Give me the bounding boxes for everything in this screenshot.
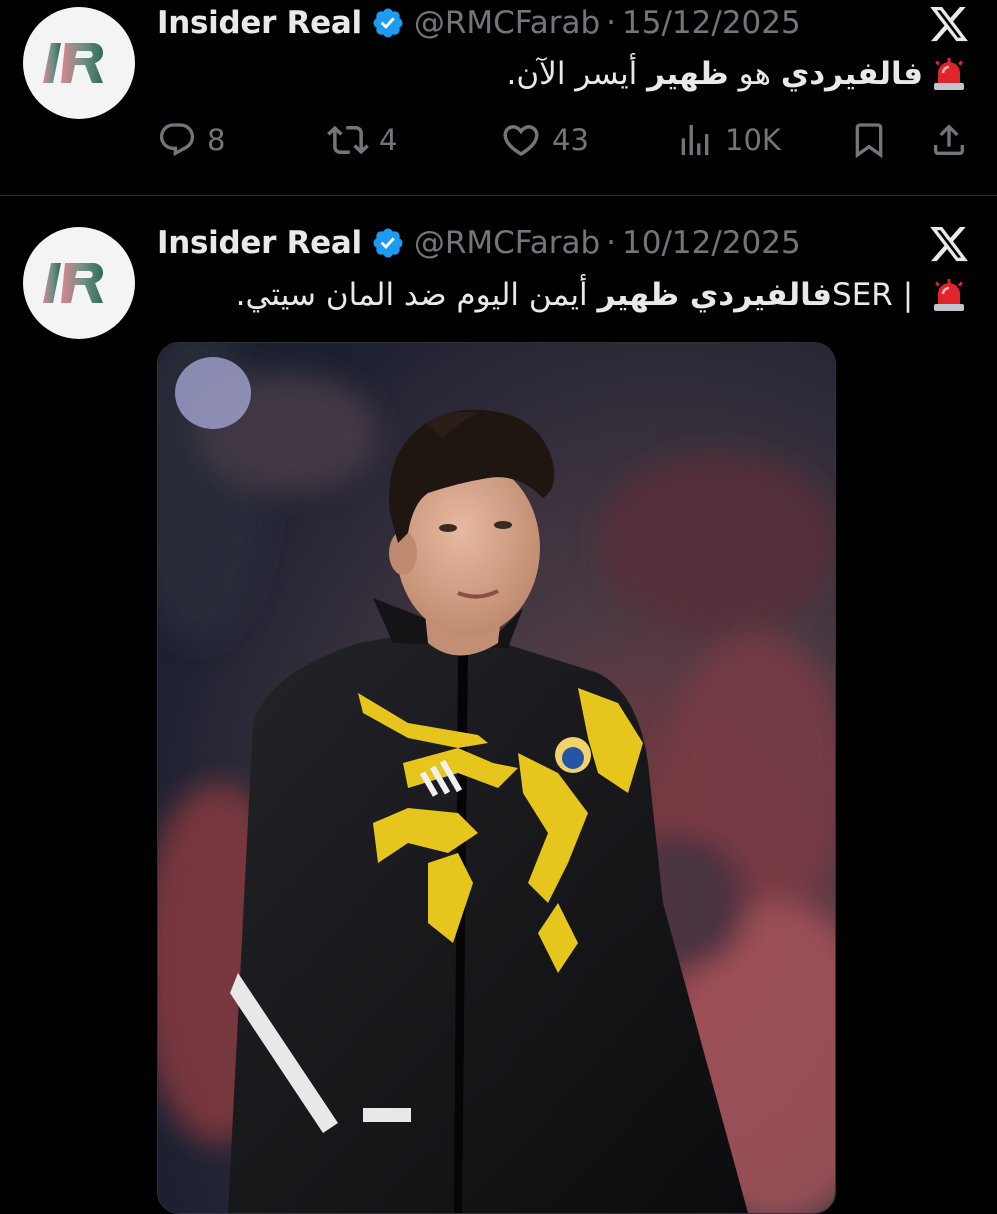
tweet[interactable]: Insider Real @RMCFarab · 15/12/2025 فالف… (0, 0, 997, 196)
position-word: ظهير (647, 56, 729, 92)
action-bar: 8 4 43 10K (157, 118, 972, 162)
source-tag: SER | (832, 277, 923, 313)
tweet-photo[interactable] (157, 342, 836, 1214)
author-handle[interactable]: @RMCFarab (414, 225, 600, 261)
tweet-text-rest: أيسر الآن. (506, 56, 648, 92)
tweet[interactable]: Insider Real @RMCFarab · 10/12/2025 SER … (0, 197, 997, 1214)
player-name: فالفيردي (780, 56, 923, 92)
avatar[interactable] (23, 227, 135, 339)
bookmark-icon (855, 123, 883, 159)
separator: · (606, 225, 617, 261)
police-siren-icon (934, 58, 964, 90)
repost-count: 4 (379, 123, 398, 157)
insider-real-logo-icon (43, 43, 104, 83)
reply-count: 8 (207, 123, 226, 157)
heart-icon (503, 125, 539, 157)
verified-badge-icon (373, 228, 403, 258)
views-button[interactable]: 10K (675, 118, 781, 162)
repost-icon (327, 125, 369, 155)
player-photo-icon (158, 343, 835, 1213)
post-date[interactable]: 10/12/2025 (622, 225, 801, 261)
like-count: 43 (552, 123, 589, 157)
like-button[interactable]: 43 (500, 118, 589, 162)
author-name[interactable]: Insider Real (157, 5, 362, 41)
reply-button[interactable]: 8 (157, 118, 225, 162)
repost-button[interactable]: 4 (327, 118, 397, 162)
views-count: 10K (725, 123, 781, 157)
police-siren-icon (934, 279, 964, 311)
reply-icon (159, 123, 195, 157)
separator: · (606, 5, 617, 41)
x-logo-icon[interactable] (928, 223, 970, 265)
divider (0, 195, 997, 196)
x-logo-icon[interactable] (928, 3, 970, 45)
tweet-text-rest: أيمن اليوم ضد المان سيتي. (235, 277, 598, 313)
post-date[interactable]: 15/12/2025 (622, 5, 801, 41)
tweet-text: فالفيردي هو ظهير أيسر الآن. (507, 52, 967, 96)
avatar[interactable] (23, 7, 135, 119)
views-icon (681, 125, 709, 155)
insider-real-logo-icon (43, 263, 104, 303)
player-name: فالفيردي ظهير (597, 277, 833, 313)
bookmark-button[interactable] (849, 118, 889, 162)
tweet-text: SER | فالفيردي ظهير أيمن اليوم ضد المان … (236, 273, 967, 317)
tweet-text-part: هو (728, 56, 781, 92)
share-icon (934, 124, 964, 155)
author-name[interactable]: Insider Real (157, 225, 362, 261)
share-button[interactable] (929, 118, 969, 162)
author-handle[interactable]: @RMCFarab (414, 5, 600, 41)
verified-badge-icon (373, 8, 403, 38)
